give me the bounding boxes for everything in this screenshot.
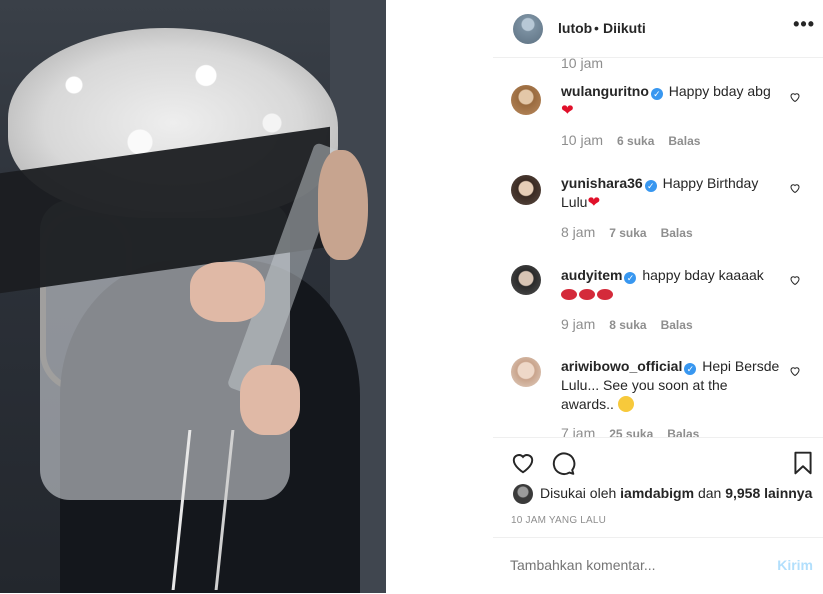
comment-likes[interactable]: 8 suka <box>609 318 646 332</box>
verified-badge-icon: ✓ <box>644 180 657 192</box>
more-options-icon[interactable]: ••• <box>793 14 815 35</box>
like-comment-heart-icon[interactable] <box>789 274 801 286</box>
previous-comment-time: 10 jam <box>561 57 604 71</box>
comment-username[interactable]: audyitem <box>561 267 622 283</box>
comment-time: 10 jam <box>561 132 604 148</box>
comment-avatar[interactable] <box>511 265 541 295</box>
reply-button[interactable]: Balas <box>661 226 693 240</box>
verified-badge-icon: ✓ <box>684 363 697 375</box>
comment-text-line3: awards.. <box>561 396 614 412</box>
comment-text-line2: Lulu <box>561 194 588 210</box>
post-timestamp: 10 JAM YANG LALU <box>511 515 607 526</box>
liker-username[interactable]: iamdabigm <box>620 485 694 501</box>
liker-avatar[interactable] <box>513 484 533 504</box>
comment-meta: 7 jam 25 suka Balas <box>561 425 699 437</box>
comment-meta: 8 jam 7 suka Balas <box>561 224 693 240</box>
verified-badge-icon: ✓ <box>624 272 637 284</box>
like-comment-heart-icon[interactable] <box>789 365 801 377</box>
poster-avatar[interactable] <box>513 14 543 44</box>
post-header: lutob • Diikuti ••• <box>493 0 823 58</box>
lips-emoji <box>561 286 615 302</box>
likes-prefix: Disukai oleh <box>540 485 617 501</box>
post-side-panel: lutob • Diikuti ••• 10 jam wulanguritno ✓… <box>493 0 823 593</box>
post-comment-button[interactable]: Kirim <box>777 557 813 573</box>
bookmark-icon[interactable] <box>790 450 816 476</box>
follow-status-button[interactable]: Diikuti <box>603 20 646 36</box>
comment-meta: 10 jam 6 suka Balas <box>561 132 700 148</box>
comment-time: 8 jam <box>561 224 596 240</box>
comments-list[interactable]: 10 jam wulanguritno ✓ Happy bday abg ❤ 10… <box>493 57 823 437</box>
comment-text: Happy bday abg <box>668 83 771 99</box>
comment-time: 7 jam <box>561 425 596 437</box>
comment-text: Happy Birthday <box>662 175 759 191</box>
comment-item: wulanguritno ✓ Happy bday abg ❤ 10 jam 6 s… <box>493 83 823 177</box>
comment-bubble-icon[interactable] <box>550 450 576 476</box>
comment-time: 9 jam <box>561 316 596 332</box>
verified-badge-icon: ✓ <box>650 88 663 100</box>
comment-item: yunishara36 ✓ Happy Birthday Lulu❤ 8 jam 7… <box>493 175 823 267</box>
comment-avatar[interactable] <box>511 85 541 115</box>
post-photo[interactable] <box>0 0 386 593</box>
comment-item: audyitem ✓ happy bday kaaaak 9 jam 8 suka B… <box>493 265 823 357</box>
post-actions-bar <box>493 437 823 483</box>
likes-count[interactable]: 9,958 lainnya <box>725 485 812 501</box>
header-separator: • <box>594 20 599 36</box>
poster-username[interactable]: lutob <box>558 20 592 36</box>
comment-username[interactable]: yunishara36 <box>561 175 643 191</box>
photo-hand-bottom <box>240 365 300 435</box>
like-heart-icon[interactable] <box>510 450 536 476</box>
like-comment-heart-icon[interactable] <box>789 91 801 103</box>
red-heart-emoji: ❤ <box>587 194 601 211</box>
comment-text: happy bday kaaaak <box>642 267 764 283</box>
comment-input[interactable] <box>510 557 750 573</box>
reply-button[interactable]: Balas <box>667 427 699 437</box>
comment-meta: 9 jam 8 suka Balas <box>561 316 693 332</box>
comment-text-line2: Lulu... See you soon at the <box>561 377 728 393</box>
comment-username[interactable]: ariwibowo_official <box>561 358 682 374</box>
photo-face <box>318 150 368 260</box>
red-heart-emoji: ❤ <box>561 102 574 119</box>
smiling-face-emoji <box>617 396 634 412</box>
photo-hand-top <box>190 262 265 322</box>
comment-item: ariwibowo_official ✓ Hepi Bersde Lulu... … <box>493 357 823 437</box>
comment-avatar[interactable] <box>511 175 541 205</box>
reply-button[interactable]: Balas <box>661 318 693 332</box>
comment-likes[interactable]: 6 suka <box>617 134 654 148</box>
reply-button[interactable]: Balas <box>668 134 700 148</box>
likes-and: dan <box>697 485 722 501</box>
comment-text: Hepi Bersde <box>702 358 780 374</box>
comment-likes[interactable]: 25 suka <box>609 427 653 437</box>
comment-likes[interactable]: 7 suka <box>609 226 646 240</box>
comment-avatar[interactable] <box>511 357 541 387</box>
comment-username[interactable]: wulanguritno <box>561 83 649 99</box>
add-comment-bar: Kirim <box>493 537 823 594</box>
like-comment-heart-icon[interactable] <box>789 182 801 194</box>
